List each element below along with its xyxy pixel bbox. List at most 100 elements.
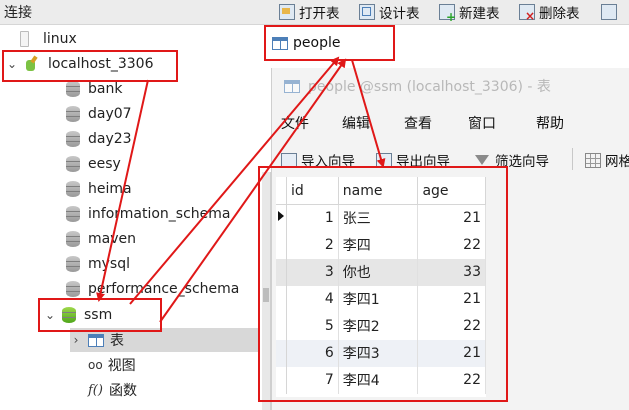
export-label: 导出向导 — [396, 154, 450, 170]
tab-label: people — [293, 35, 341, 51]
database-icon — [66, 256, 80, 272]
tree-item-localhost[interactable]: ⌄ localhost_3306 — [0, 52, 258, 76]
tree-item-views[interactable]: oo 视图 — [88, 353, 136, 377]
cell-age[interactable]: 21 — [417, 204, 486, 232]
cell-name[interactable]: 李四 — [338, 231, 419, 259]
table-row[interactable]: 4 李四1 21 — [276, 285, 486, 313]
database-open-icon — [62, 307, 76, 323]
new-table-button[interactable]: 新建表 — [439, 1, 500, 24]
cell-id[interactable]: 6 — [286, 339, 339, 367]
chevron-right-icon[interactable]: › — [70, 333, 82, 347]
cell-name[interactable]: 李四2 — [338, 312, 419, 340]
tree-item-ssm[interactable]: ⌄ ssm — [0, 303, 258, 327]
column-header-name[interactable]: name — [338, 177, 419, 205]
cell-name[interactable]: 你也 — [338, 258, 419, 286]
cell-age[interactable]: 22 — [417, 231, 486, 259]
delete-table-button[interactable]: 删除表 — [519, 1, 580, 23]
cell-id[interactable]: 3 — [286, 258, 339, 286]
export-wizard-button[interactable]: 导出向导 — [376, 150, 450, 170]
tree-item-label: day07 — [88, 106, 132, 122]
cell-id[interactable]: 1 — [286, 204, 339, 232]
import-wizard-button[interactable]: 导入向导 — [281, 150, 355, 170]
menu-file[interactable]: 文件 — [281, 113, 309, 133]
tree-item-day23[interactable]: day23 — [66, 127, 132, 151]
table-row[interactable]: 7 李四4 22 — [276, 366, 486, 394]
tree-item-maven[interactable]: maven — [66, 227, 136, 251]
row-marker — [276, 366, 287, 394]
cell-age[interactable]: 21 — [417, 339, 486, 367]
tree-item-linux[interactable]: linux — [0, 27, 258, 51]
table-row[interactable]: 2 李四 22 — [276, 231, 486, 259]
tree-item-label: 表 — [110, 333, 124, 349]
chevron-down-icon[interactable]: ⌄ — [6, 57, 18, 71]
design-table-button[interactable]: 设计表 — [359, 1, 420, 22]
tree-item-label: localhost_3306 — [48, 56, 154, 72]
cell-name[interactable]: 李四1 — [338, 285, 419, 313]
cell-id[interactable]: 4 — [286, 285, 339, 313]
tree-item-bank[interactable]: bank — [66, 77, 122, 101]
new-table-icon — [439, 3, 456, 24]
cell-name[interactable]: 李四4 — [338, 366, 419, 394]
cell-age[interactable]: 22 — [417, 366, 486, 394]
tree-item-day07[interactable]: day07 — [66, 102, 132, 126]
tree-item-tables[interactable]: › 表 — [70, 328, 258, 352]
menu-view[interactable]: 查看 — [404, 113, 432, 133]
table-row[interactable]: 3 你也 33 — [276, 258, 486, 286]
database-icon — [66, 231, 80, 247]
toolbar-divider — [572, 148, 573, 170]
cell-age[interactable]: 21 — [417, 285, 486, 313]
menu-window[interactable]: 窗口 — [468, 113, 496, 133]
more-toolbar-button[interactable] — [601, 1, 621, 22]
open-table-button[interactable]: 打开表 — [279, 1, 340, 22]
delete-table-icon — [519, 3, 535, 23]
tree-item-label: bank — [88, 81, 123, 97]
filter-label: 筛选向导 — [495, 154, 549, 170]
table-row[interactable]: 1 张三 21 — [276, 204, 486, 232]
table-toolbar: 导入向导 导出向导 筛选向导 网格 — [272, 142, 629, 172]
table-row[interactable]: 6 李四3 21 — [276, 339, 486, 367]
table-row[interactable]: 5 李四2 22 — [276, 312, 486, 340]
row-marker — [276, 339, 287, 367]
column-header-age[interactable]: age — [417, 177, 486, 205]
database-icon — [66, 81, 80, 97]
design-table-icon — [359, 3, 375, 20]
splitter-handle[interactable] — [263, 288, 269, 302]
grid-view-button[interactable]: 网格 — [585, 150, 629, 170]
tree-item-performance-schema[interactable]: performance_schema — [66, 277, 239, 301]
row-marker — [276, 258, 287, 286]
tree-item-functions[interactable]: f() 函数 — [88, 378, 137, 402]
current-row-marker-icon — [276, 204, 287, 232]
cell-id[interactable]: 5 — [286, 312, 339, 340]
row-marker — [276, 231, 287, 259]
database-icon — [66, 106, 80, 122]
new-table-label: 新建表 — [459, 5, 500, 22]
menu-help[interactable]: 帮助 — [536, 113, 564, 133]
header-row: id name age — [276, 177, 486, 205]
connection-tree: linux ⌄ localhost_3306 bank day07 day23 … — [0, 25, 258, 410]
cell-id[interactable]: 7 — [286, 366, 339, 394]
filter-wizard-button[interactable]: 筛选向导 — [475, 150, 549, 170]
connections-header: 连接 — [4, 5, 32, 21]
file-icon — [20, 31, 29, 47]
cell-name[interactable]: 张三 — [338, 204, 419, 232]
cell-age[interactable]: 33 — [417, 258, 486, 286]
import-label: 导入向导 — [301, 154, 355, 170]
database-icon — [66, 281, 80, 297]
cell-name[interactable]: 李四3 — [338, 339, 419, 367]
connection-icon — [24, 56, 40, 72]
tree-item-label: mysql — [88, 256, 130, 272]
menu-edit[interactable]: 编辑 — [342, 113, 370, 133]
tree-item-information-schema[interactable]: information_schema — [66, 202, 231, 226]
cell-id[interactable]: 2 — [286, 231, 339, 259]
tree-item-heima[interactable]: heima — [66, 177, 132, 201]
function-icon: f() — [88, 382, 103, 398]
column-header-id[interactable]: id — [286, 177, 339, 205]
export-icon — [376, 152, 392, 168]
menu-bar: 文件 编辑 查看 窗口 帮助 — [272, 106, 629, 136]
cell-age[interactable]: 22 — [417, 312, 486, 340]
import-icon — [281, 152, 297, 168]
tab-people[interactable]: people — [264, 25, 395, 61]
chevron-down-icon[interactable]: ⌄ — [44, 308, 56, 322]
tree-item-mysql[interactable]: mysql — [66, 252, 130, 276]
tree-item-eesy[interactable]: eesy — [66, 152, 121, 176]
